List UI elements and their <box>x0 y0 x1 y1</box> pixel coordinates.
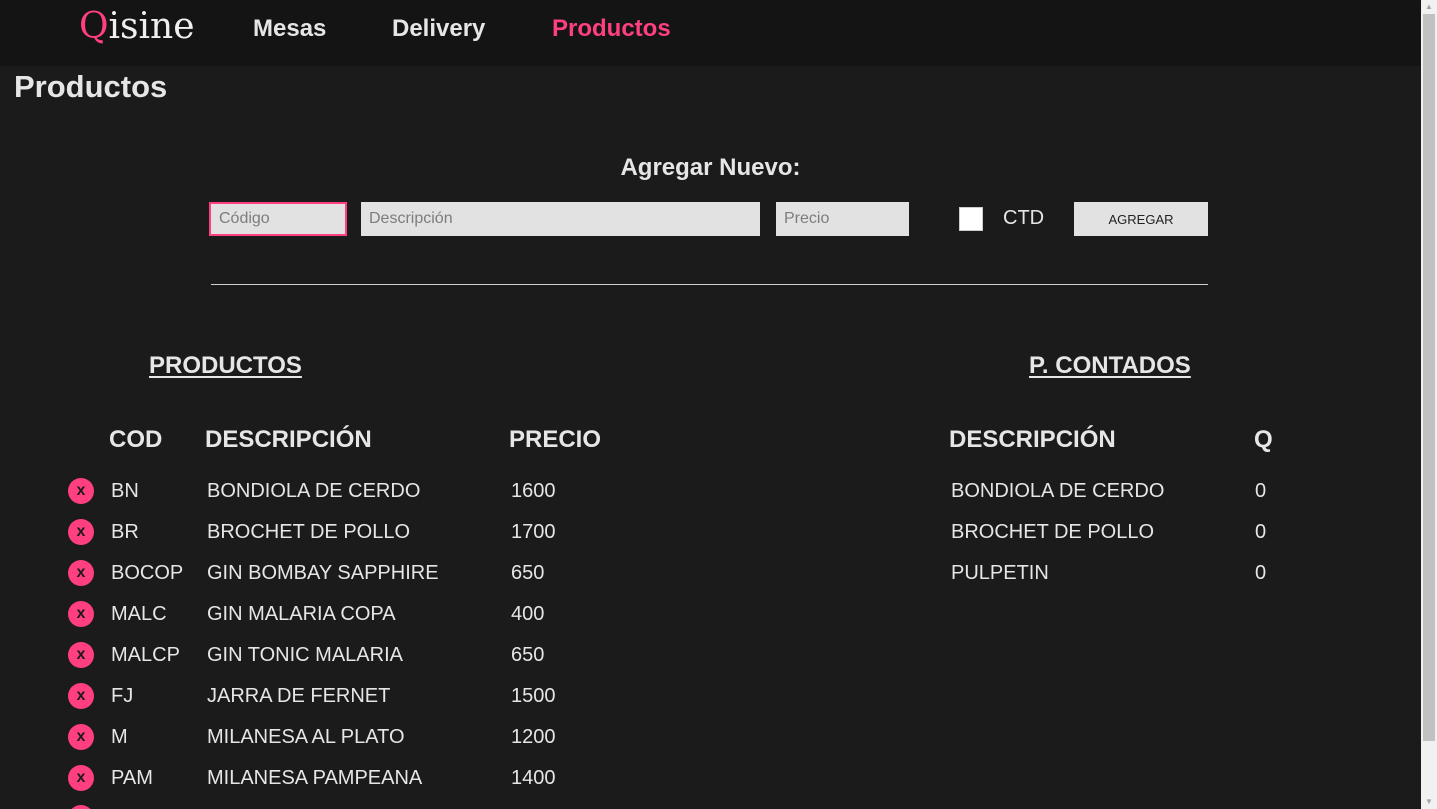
producto-row: x MALCP GIN TONIC MALARIA 650 <box>0 642 1421 684</box>
contado-q: 0 <box>1255 521 1267 543</box>
contados-header-descripcion: DESCRIPCIÓN <box>949 426 1116 453</box>
delete-producto-button[interactable]: x <box>68 724 94 750</box>
nav-link-productos[interactable]: Productos <box>552 15 671 43</box>
contado-row: BROCHET DE POLLO 0 <box>0 520 1421 561</box>
precio-input[interactable] <box>776 202 909 236</box>
app-logo[interactable]: Qisine <box>79 6 195 47</box>
contado-descripcion: BROCHET DE POLLO <box>951 521 1155 543</box>
producto-row: x PAM MILANESA PAMPEANA 1400 <box>0 765 1421 807</box>
descripcion-input[interactable] <box>361 202 760 236</box>
producto-descripcion: GIN MALARIA COPA <box>207 603 396 625</box>
delete-producto-button-partial[interactable] <box>68 805 94 809</box>
productos-section-title: PRODUCTOS <box>149 352 302 379</box>
page-title: Productos <box>14 69 168 104</box>
scroll-down-arrow-icon[interactable]: ▼ <box>1421 795 1437 809</box>
contados-header-q: Q <box>1254 426 1273 453</box>
producto-row: x MALC GIN MALARIA COPA 400 <box>0 601 1421 643</box>
contado-row: PULPETIN 0 <box>0 561 1421 602</box>
scrollbar-thumb[interactable] <box>1423 14 1435 741</box>
producto-precio: 400 <box>511 603 545 625</box>
contado-descripcion: PULPETIN <box>951 562 1049 584</box>
producto-cod: PAM <box>111 767 153 789</box>
producto-cod: MALC <box>111 603 167 625</box>
producto-descripcion: GIN TONIC MALARIA <box>207 644 403 666</box>
producto-cod: FJ <box>111 685 134 707</box>
codigo-input[interactable] <box>209 202 347 236</box>
producto-cod: MALCP <box>111 644 180 666</box>
delete-producto-button[interactable]: x <box>68 601 94 627</box>
producto-descripcion: MILANESA PAMPEANA <box>207 767 423 789</box>
delete-producto-button[interactable]: x <box>68 642 94 668</box>
delete-producto-button[interactable]: x <box>68 765 94 791</box>
producto-row: x FJ JARRA DE FERNET 1500 <box>0 683 1421 725</box>
producto-cod: M <box>111 726 128 748</box>
scroll-up-arrow-icon[interactable]: ▲ <box>1421 0 1437 14</box>
delete-producto-button[interactable]: x <box>68 683 94 709</box>
producto-precio: 1400 <box>511 767 556 789</box>
agregar-button[interactable]: AGREGAR <box>1074 202 1208 236</box>
producto-descripcion: JARRA DE FERNET <box>207 685 391 707</box>
col-header-cod: COD <box>109 426 163 453</box>
form-divider <box>211 284 1208 285</box>
ctd-label: CTD <box>1003 207 1045 229</box>
nav-link-mesas[interactable]: Mesas <box>253 15 326 43</box>
producto-precio: 650 <box>511 644 545 666</box>
nav-link-delivery[interactable]: Delivery <box>392 15 485 43</box>
col-header-descripcion: DESCRIPCIÓN <box>205 426 372 453</box>
producto-precio: 1200 <box>511 726 556 748</box>
producto-row: x M MILANESA AL PLATO 1200 <box>0 724 1421 766</box>
col-header-precio: PRECIO <box>509 426 602 453</box>
contado-row: BONDIOLA DE CERDO 0 <box>0 479 1421 520</box>
top-navbar: Qisine Mesas Delivery Productos <box>0 0 1421 66</box>
producto-precio: 1500 <box>511 685 556 707</box>
contados-section-title: P. CONTADOS <box>1029 352 1191 379</box>
add-new-title: Agregar Nuevo: <box>620 154 801 181</box>
ctd-checkbox[interactable] <box>959 207 983 231</box>
contado-q: 0 <box>1255 562 1267 584</box>
contado-q: 0 <box>1255 480 1267 502</box>
contado-descripcion: BONDIOLA DE CERDO <box>951 480 1165 502</box>
producto-descripcion: MILANESA AL PLATO <box>207 726 405 748</box>
